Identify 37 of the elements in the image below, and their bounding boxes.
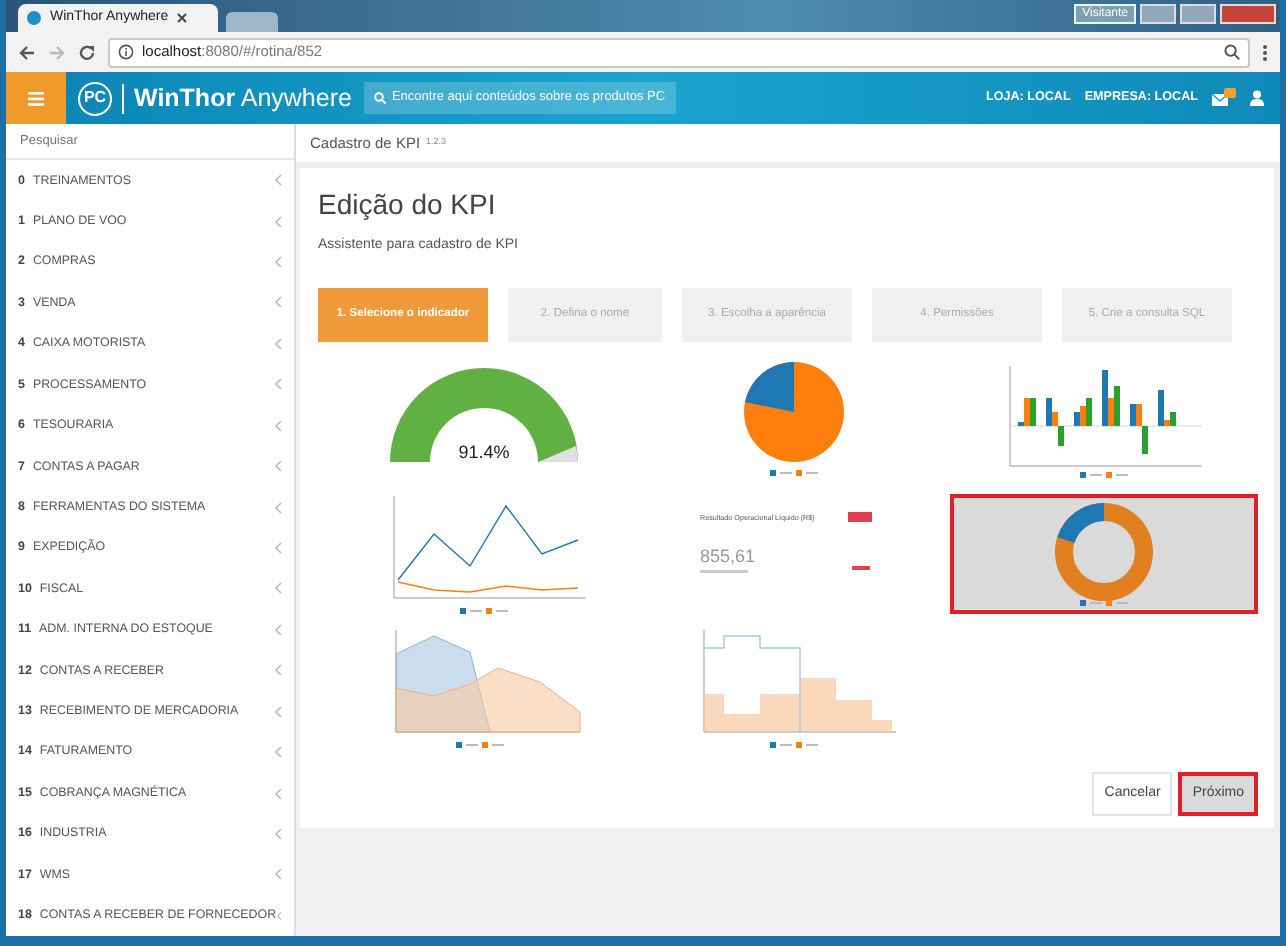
chevron-icon (274, 501, 282, 514)
mail-icon[interactable] (1212, 88, 1236, 108)
menu-button[interactable] (6, 72, 66, 124)
close-button[interactable] (1220, 4, 1276, 24)
chevron-icon (274, 787, 282, 800)
maximize-button[interactable] (1180, 4, 1216, 24)
chevron-icon (274, 623, 282, 636)
chevron-icon (274, 705, 282, 718)
minimize-button[interactable] (1140, 4, 1176, 24)
chevron-icon (274, 337, 282, 350)
logo-mark: PC (78, 81, 112, 115)
chevron-icon (274, 746, 282, 759)
close-icon (176, 12, 189, 24)
chevron-icon (274, 378, 282, 391)
reload-icon[interactable] (78, 43, 96, 61)
chevron-icon (274, 174, 282, 187)
zoom-icon (1224, 44, 1240, 60)
chevron-icon (274, 542, 282, 554)
user-icon[interactable] (1250, 90, 1264, 106)
brand-name: WinThor Anywhere (134, 81, 352, 116)
chevron-icon (276, 909, 282, 922)
page-icon (26, 10, 42, 26)
menu-icon (28, 91, 44, 105)
search-icon (373, 92, 386, 104)
chevron-icon (274, 664, 282, 677)
more-icon[interactable] (1262, 43, 1268, 61)
chevron-icon (274, 460, 282, 473)
chevron-icon (274, 256, 282, 269)
wizard-title: Edição do KPI (318, 188, 498, 222)
info-icon (118, 44, 134, 60)
chevron-icon (274, 868, 282, 881)
back-icon[interactable] (18, 43, 36, 61)
chevron-icon (274, 582, 282, 595)
chevron-icon (274, 419, 282, 432)
chevron-icon (274, 827, 282, 840)
chevron-icon (274, 215, 282, 228)
chevron-icon (274, 296, 282, 309)
